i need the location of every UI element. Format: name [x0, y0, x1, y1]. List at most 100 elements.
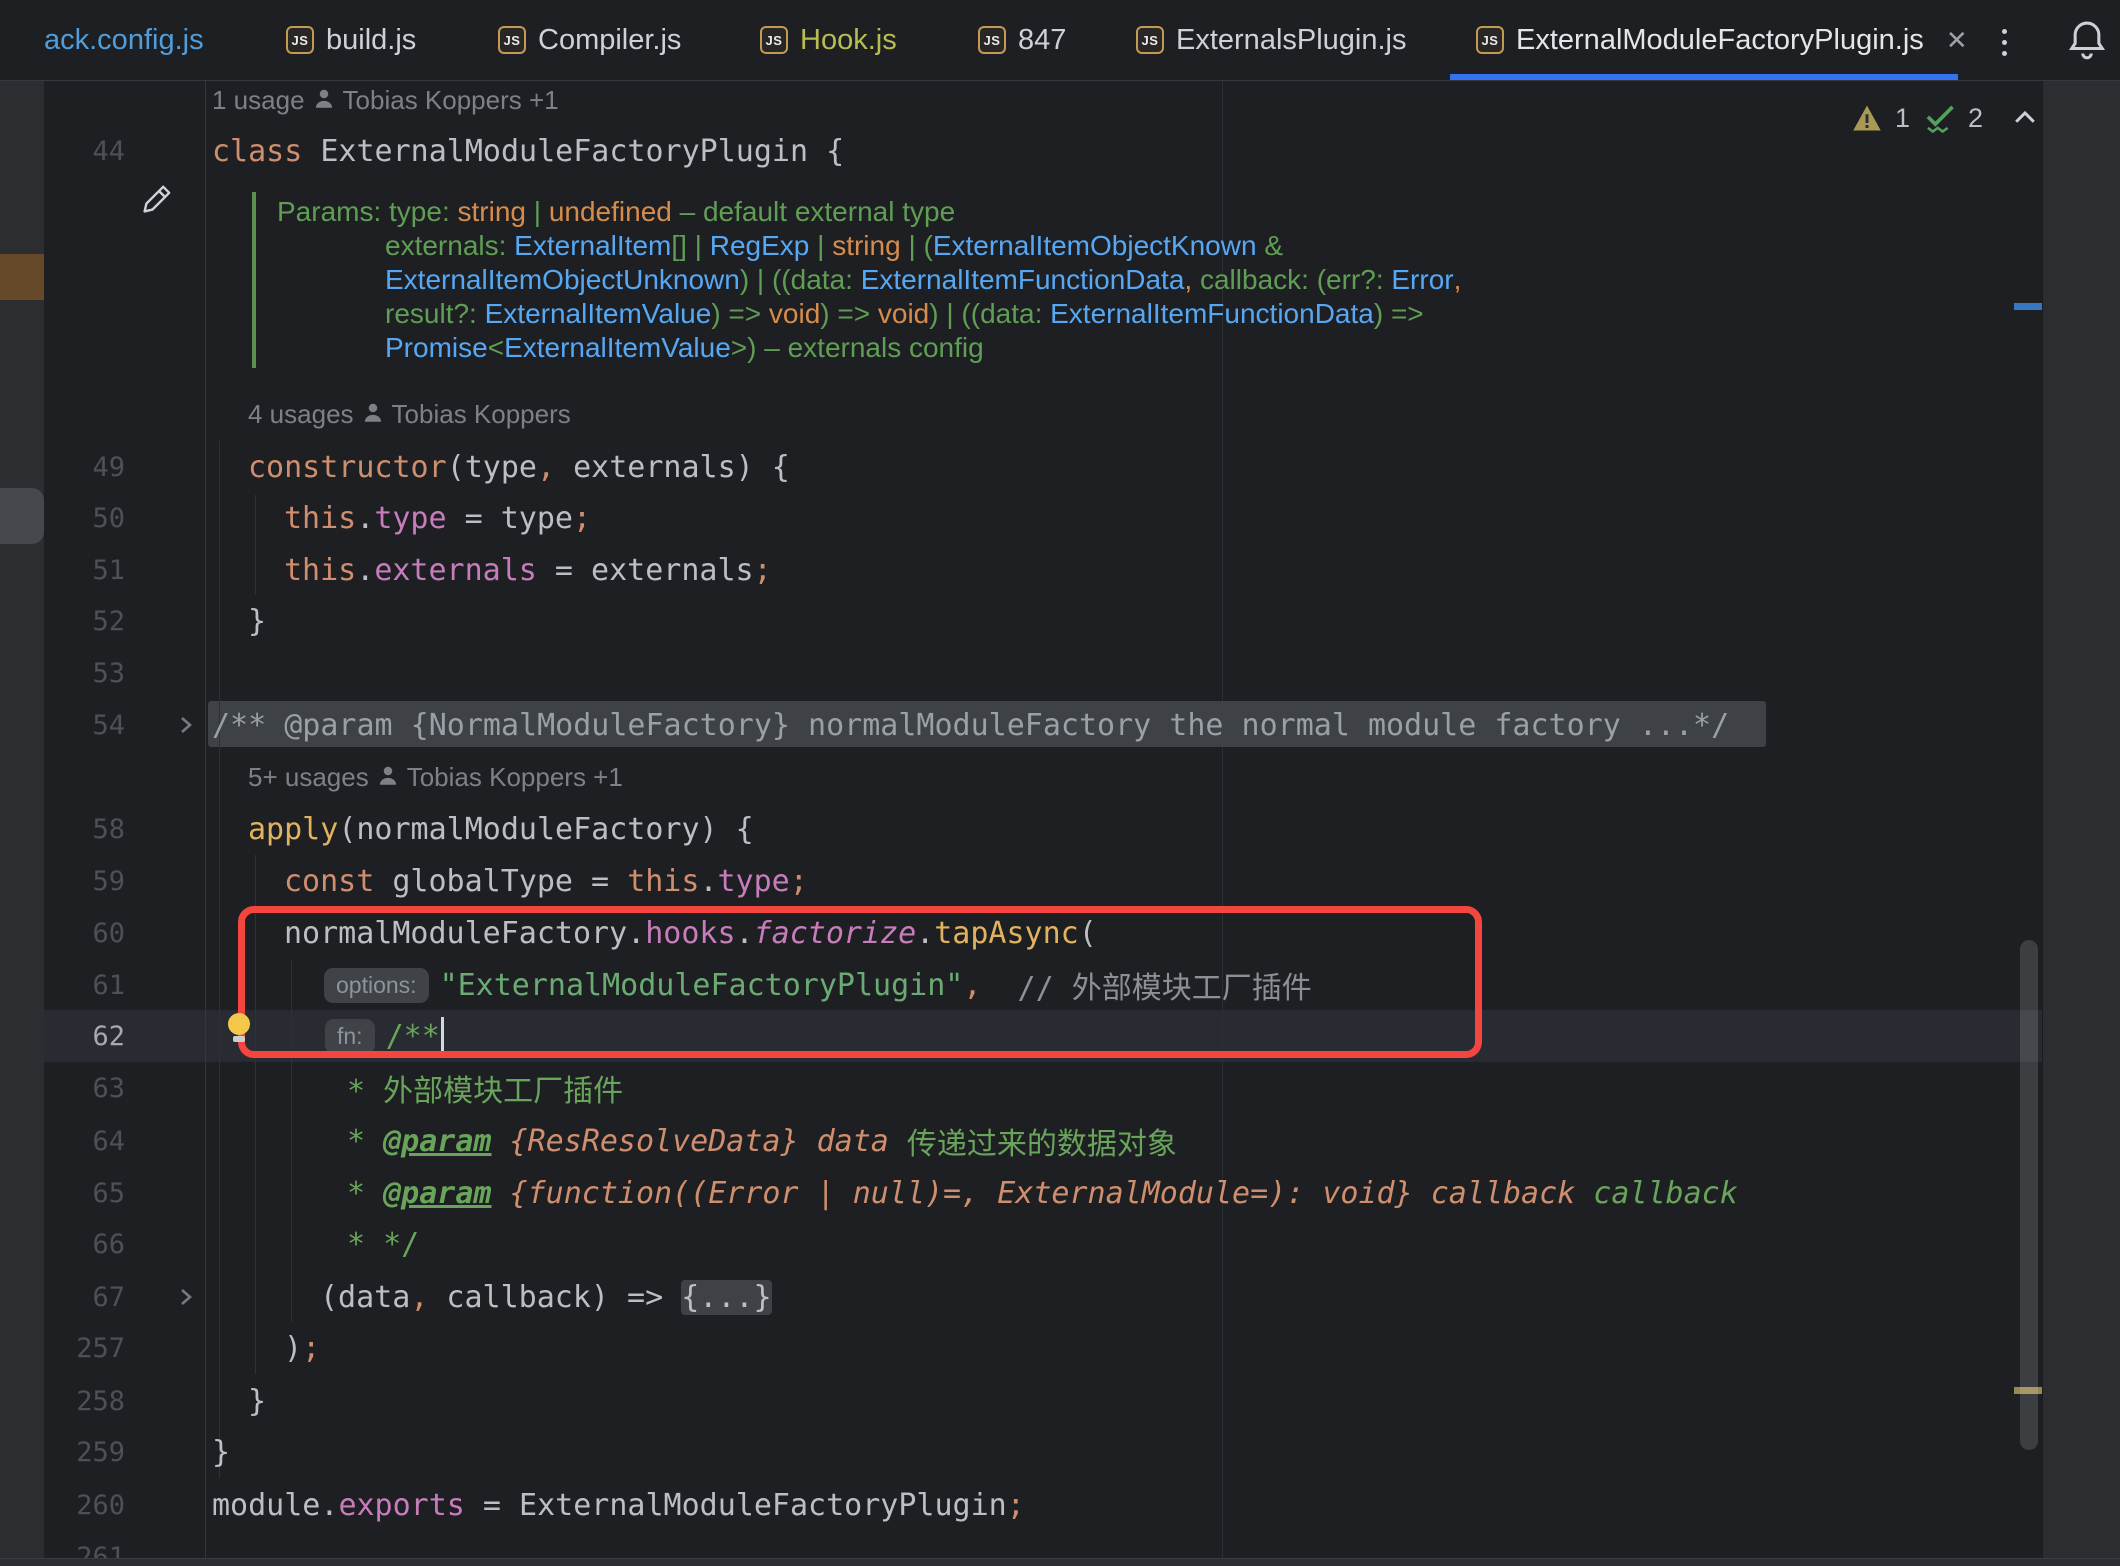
prev-problem-chevron-up-icon[interactable]	[2010, 103, 2040, 133]
js-file-icon: JS	[1136, 26, 1164, 54]
line-number-67[interactable]: 67	[44, 1271, 125, 1323]
strip-accent-marker	[0, 254, 44, 300]
usage-line[interactable]: 1 usage Tobias Koppers +1	[212, 74, 559, 126]
code-segment: .	[356, 501, 374, 536]
tab-compiler-js[interactable]: JSCompiler.js	[498, 0, 681, 80]
code-line-258[interactable]: }	[248, 1375, 266, 1427]
tab-externalmodulefactoryplugin-js[interactable]: JSExternalModuleFactoryPlugin.js✕	[1476, 0, 1968, 80]
left-tool-strip[interactable]	[0, 33, 44, 1558]
line-number-53[interactable]: 53	[44, 647, 125, 699]
line-number-63[interactable]: 63	[44, 1062, 125, 1114]
fold-chevron-icon[interactable]	[168, 699, 202, 751]
code-segment: class	[212, 134, 302, 169]
code-line-64[interactable]: * @param {ResResolveData} data 传递过来的数据对象	[347, 1115, 1177, 1167]
tab-847[interactable]: JS847	[978, 0, 1066, 80]
more-options-kebab-icon[interactable]	[1996, 22, 2012, 62]
code-segment: *	[347, 1124, 383, 1159]
code-segment: <	[488, 332, 504, 364]
code-segment: module	[212, 1488, 320, 1523]
gutter-border	[205, 80, 206, 1558]
line-number-49[interactable]: 49	[44, 441, 125, 493]
line-number-258[interactable]: 258	[44, 1375, 125, 1427]
line-number-65[interactable]: 65	[44, 1167, 125, 1219]
usage-line[interactable]: 4 usages Tobias Koppers	[248, 388, 571, 440]
code-segment: }	[248, 604, 266, 639]
line-number-54[interactable]: 54	[44, 699, 125, 751]
tab-externalsplugin-js[interactable]: JS ExternalsPlugin.js	[1136, 0, 1407, 80]
code-line-259[interactable]: }	[212, 1426, 230, 1478]
code-line-51[interactable]: this.externals = externals;	[284, 544, 772, 596]
line-number-44[interactable]: 44	[44, 125, 125, 177]
code-segment: * 外部模块工厂插件	[347, 1066, 623, 1110]
code-segment: *	[347, 1176, 383, 1211]
js-file-icon: JS	[760, 26, 788, 54]
js-file-icon: JS	[978, 26, 1006, 54]
intention-bulb-icon[interactable]	[228, 1013, 250, 1035]
folded-line-54[interactable]: /** @param {NormalModuleFactory} normalM…	[212, 699, 1729, 751]
code-segment: (normalModuleFactory) {	[338, 812, 753, 847]
usage-count[interactable]: 5+ usages	[248, 762, 369, 793]
code-segment: const	[284, 864, 374, 899]
code-segment: constructor	[248, 450, 447, 485]
code-segment: .	[356, 553, 374, 588]
scrollbar-thumb[interactable]	[2020, 940, 2038, 1450]
editor-tab-bar: ack.config.jsJSbuild.jsJSCompiler.jsJSHo…	[0, 0, 2120, 81]
line-number-259[interactable]: 259	[44, 1426, 125, 1478]
folded-comment-text[interactable]: /** @param {NormalModuleFactory} normalM…	[212, 708, 1729, 743]
line-number-58[interactable]: 58	[44, 803, 125, 855]
fold-chevron-icon[interactable]	[168, 1271, 202, 1323]
line-number-61[interactable]: 61	[44, 959, 125, 1011]
notifications-bell-icon[interactable]	[2066, 18, 2108, 67]
code-line-50[interactable]: this.type = type;	[284, 492, 591, 544]
tab-build-js[interactable]: JSbuild.js	[286, 0, 416, 80]
code-segment: externals) {	[555, 450, 790, 485]
code-line-59[interactable]: const globalType = this.type;	[284, 855, 808, 907]
tab-close-icon[interactable]: ✕	[1946, 25, 1968, 56]
usage-count[interactable]: 1 usage	[212, 85, 305, 116]
line-number-51[interactable]: 51	[44, 544, 125, 596]
tab-hook-js[interactable]: JSHook.js	[760, 0, 897, 80]
usage-count[interactable]: 4 usages	[248, 399, 354, 430]
code-segment: apply	[248, 812, 338, 847]
line-number-64[interactable]: 64	[44, 1115, 125, 1167]
code-line-66[interactable]: * */	[347, 1218, 419, 1270]
code-line-58[interactable]: apply(normalModuleFactory) {	[248, 803, 754, 855]
edit-pencil-icon[interactable]	[138, 182, 174, 223]
code-line-63[interactable]: * 外部模块工厂插件	[347, 1062, 623, 1114]
code-line-44[interactable]: class ExternalModuleFactoryPlugin {	[212, 125, 844, 177]
author-names[interactable]: Tobias Koppers +1	[407, 762, 623, 793]
usage-line[interactable]: 5+ usages Tobias Koppers +1	[248, 751, 623, 803]
author-names[interactable]: Tobias Koppers	[392, 399, 571, 430]
line-number-59[interactable]: 59	[44, 855, 125, 907]
code-segment: ExternalItemFunctionData	[1050, 298, 1374, 330]
code-segment: )	[284, 1331, 302, 1366]
code-line-257[interactable]: );	[284, 1322, 320, 1374]
code-line-65[interactable]: * @param {function((Error | null)=, Exte…	[347, 1167, 1738, 1219]
tab-ack-config-js[interactable]: ack.config.js	[44, 0, 204, 80]
tab-label: ExternalsPlugin.js	[1176, 24, 1407, 57]
line-number-257[interactable]: 257	[44, 1322, 125, 1374]
code-segment: type	[374, 501, 446, 536]
stripe-mark-info[interactable]	[2014, 303, 2042, 310]
code-segment: type	[718, 864, 790, 899]
code-line-67[interactable]: (data, callback) => {...}	[320, 1271, 772, 1323]
code-line-52[interactable]: }	[248, 595, 266, 647]
line-number-62[interactable]: 62	[44, 1010, 125, 1062]
line-number-50[interactable]: 50	[44, 492, 125, 544]
code-segment: * */	[347, 1227, 419, 1262]
js-file-icon: JS	[286, 26, 314, 54]
code-line-49[interactable]: constructor(type, externals) {	[248, 441, 790, 493]
strip-tool-button[interactable]	[0, 488, 44, 544]
code-segment: = type	[447, 501, 573, 536]
line-number-66[interactable]: 66	[44, 1218, 125, 1270]
code-segment: callback) =>	[428, 1280, 681, 1315]
line-number-60[interactable]: 60	[44, 907, 125, 959]
code-line-260[interactable]: module.exports = ExternalModuleFactoryPl…	[212, 1479, 1025, 1531]
tab-label: Compiler.js	[538, 24, 681, 57]
code-segment: >) – externals config	[731, 332, 984, 364]
doc-line[interactable]: Promise<ExternalItemValue>) – externals …	[385, 322, 984, 374]
line-number-52[interactable]: 52	[44, 595, 125, 647]
line-number-260[interactable]: 260	[44, 1479, 125, 1531]
author-names[interactable]: Tobias Koppers +1	[343, 85, 559, 116]
code-segment: @param	[383, 1176, 491, 1211]
